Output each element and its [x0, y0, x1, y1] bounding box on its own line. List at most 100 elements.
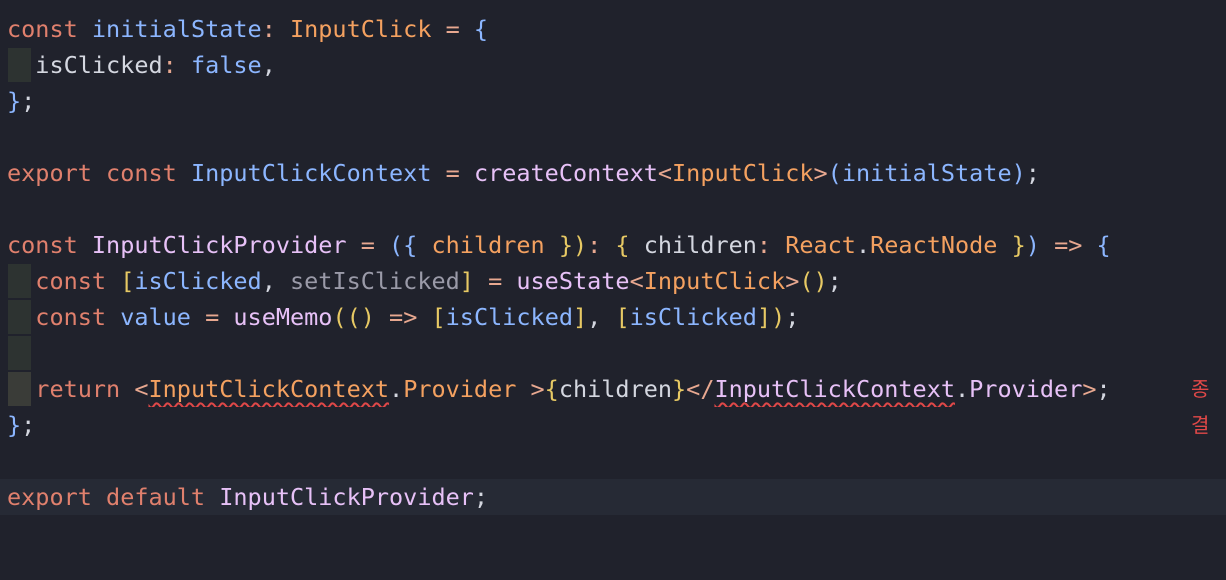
code-token: initialState — [841, 159, 1012, 187]
code-token: ] — [573, 303, 588, 331]
code-line[interactable] — [0, 443, 1226, 479]
code-line[interactable]: }; — [0, 407, 1226, 443]
code-token: : — [162, 51, 191, 79]
code-token: </ — [686, 375, 715, 403]
code-text: const InputClickProvider = ({ children }… — [7, 227, 1111, 263]
code-token: ; — [21, 411, 36, 439]
code-token: createContext — [473, 159, 658, 187]
indent-guide — [8, 336, 31, 370]
code-token: , — [587, 303, 616, 331]
code-line[interactable] — [0, 119, 1226, 155]
code-token: > — [785, 267, 800, 295]
code-line[interactable]: export default InputClickProvider; — [0, 479, 1226, 515]
code-token: > — [813, 159, 828, 187]
code-token: : — [756, 231, 786, 259]
code-token: Provider — [403, 375, 517, 403]
code-token: const — [35, 303, 107, 331]
code-text: export default InputClickProvider; — [7, 479, 488, 515]
code-token: children — [558, 375, 673, 403]
code-token: InputClickContext — [714, 375, 955, 403]
code-token: default — [106, 483, 206, 511]
code-token: ({ — [389, 231, 418, 259]
code-token: ; — [1025, 159, 1040, 187]
code-token: = — [431, 15, 474, 43]
code-token: ; — [785, 303, 800, 331]
inline-error-hint: 종결 — [1191, 377, 1210, 437]
code-token: = — [190, 303, 234, 331]
code-token: children — [431, 231, 545, 259]
code-token: = — [473, 267, 517, 295]
code-line[interactable] — [0, 335, 1226, 371]
code-text: isClicked: false, — [7, 47, 276, 83]
code-token: ReactNode — [870, 231, 998, 259]
code-token: ; — [1096, 375, 1111, 403]
code-text: return <InputClickContext.Provider >{chi… — [7, 371, 1111, 407]
code-line[interactable] — [0, 191, 1226, 227]
code-line[interactable]: const value = useMemo(() => [isClicked],… — [0, 299, 1226, 335]
code-line[interactable]: }; — [0, 83, 1226, 119]
code-token: ; — [827, 267, 842, 295]
code-token: isClicked — [629, 303, 757, 331]
code-token: = — [431, 159, 474, 187]
code-line[interactable]: const InputClickProvider = ({ children }… — [0, 227, 1226, 263]
code-token: . — [955, 375, 970, 403]
code-token: [ — [431, 303, 446, 331]
code-token: < — [134, 375, 149, 403]
code-token: < — [657, 159, 673, 187]
code-token: InputClick — [672, 159, 814, 187]
code-token: , — [261, 267, 290, 295]
code-token: < — [629, 267, 644, 295]
code-token: InputClickProvider — [91, 231, 347, 259]
code-token: => — [1039, 231, 1097, 259]
code-token: InputClickProvider — [219, 483, 474, 511]
code-token: . — [389, 375, 404, 403]
code-token: const — [35, 267, 107, 295]
code-token: } — [7, 87, 22, 115]
code-token: ) — [771, 303, 786, 331]
code-line[interactable]: return <InputClickContext.Provider >{chi… — [0, 371, 1226, 407]
code-text: const [isClicked, setIsClicked] = useSta… — [7, 263, 842, 299]
code-token: ] — [459, 267, 474, 295]
code-token: ) — [1011, 159, 1026, 187]
code-token: () — [346, 303, 375, 331]
code-token: children — [629, 231, 757, 259]
code-line[interactable]: export const InputClickContext = createC… — [0, 155, 1226, 191]
code-token: const — [7, 15, 78, 43]
code-token: InputClickContext — [190, 159, 432, 187]
code-token: ; — [21, 87, 36, 115]
code-token: ) — [1025, 231, 1040, 259]
code-token: } — [7, 411, 22, 439]
code-token: value — [120, 303, 191, 331]
code-token: const — [7, 231, 78, 259]
code-line[interactable]: const [isClicked, setIsClicked] = useSta… — [0, 263, 1226, 299]
code-token: ( — [827, 159, 842, 187]
code-token: const — [106, 159, 177, 187]
code-token: ( — [332, 303, 347, 331]
code-token: useMemo — [233, 303, 333, 331]
code-token: useState — [516, 267, 630, 295]
code-token: InputClickContext — [148, 375, 390, 403]
code-token: isClicked — [7, 51, 163, 79]
code-token: ] — [756, 303, 772, 331]
code-token: isClicked — [134, 267, 262, 295]
code-token: export — [7, 159, 92, 187]
code-token: } — [672, 375, 687, 403]
code-text: }; — [7, 83, 35, 119]
code-token: [ — [120, 267, 135, 295]
code-text: const initialState: InputClick = { — [7, 11, 488, 47]
code-token: isClicked — [445, 303, 573, 331]
code-token: > — [1082, 375, 1097, 403]
code-editor[interactable]: const initialState: InputClick = { isCli… — [0, 0, 1226, 580]
code-line[interactable]: isClicked: false, — [0, 47, 1226, 83]
code-token: { — [615, 231, 630, 259]
code-line[interactable]: const initialState: InputClick = { — [0, 11, 1226, 47]
code-text: }; — [7, 407, 35, 443]
